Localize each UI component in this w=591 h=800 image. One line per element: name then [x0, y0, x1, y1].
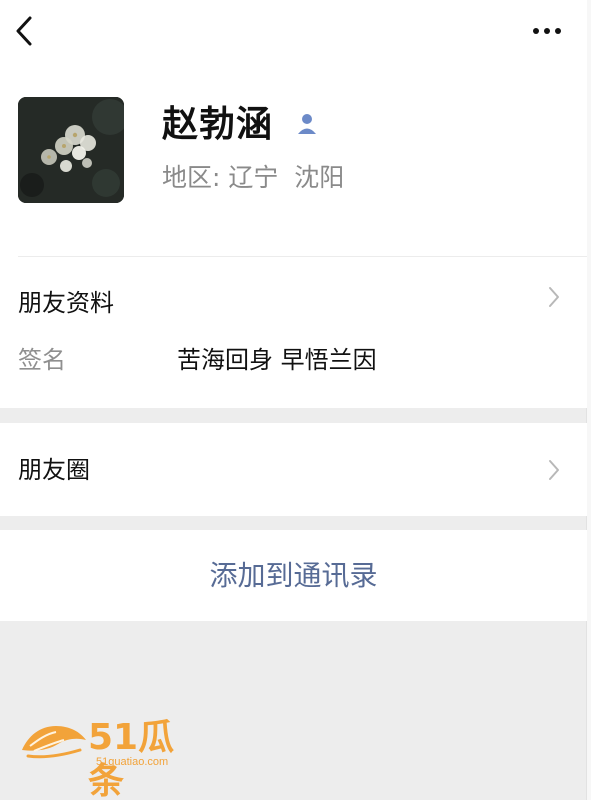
add-to-contacts-label: 添加到通讯录	[209, 559, 378, 592]
watermark-subtext: 51guatiao.com	[96, 756, 169, 768]
back-arrow-icon	[16, 16, 32, 46]
profile-page: 赵勃涵 地区: 辽宁 沈阳 朋友资料 签名 苦海回身 早悟兰因 朋友圈 添加到通…	[0, 0, 591, 800]
moments-chevron-icon	[546, 458, 562, 482]
contact-name: 赵勃涵	[162, 104, 274, 145]
watermark-icon	[22, 726, 86, 759]
person-icon	[294, 111, 320, 137]
signature-label: 签名	[18, 346, 66, 374]
watermark-logo: 51瓜条 51guatiao.com	[20, 716, 210, 800]
avatar[interactable]	[18, 97, 124, 203]
more-button[interactable]	[527, 14, 567, 48]
flower-photo	[18, 97, 124, 203]
moments-row[interactable]: 朋友圈	[0, 423, 587, 516]
top-bar	[0, 0, 587, 64]
profile-card: 赵勃涵 地区: 辽宁 沈阳 朋友资料 签名 苦海回身 早悟兰因	[0, 0, 587, 408]
section-divider	[18, 256, 587, 257]
friend-info-chevron-icon[interactable]	[546, 285, 562, 309]
friend-info-title[interactable]: 朋友资料	[18, 286, 114, 320]
more-dots-icon	[533, 28, 561, 34]
region-text: 地区: 辽宁 沈阳	[162, 163, 345, 192]
signature-value: 苦海回身 早悟兰因	[177, 346, 377, 374]
moments-label: 朋友圈	[18, 456, 90, 484]
back-button[interactable]	[10, 14, 38, 48]
add-to-contacts-button[interactable]: 添加到通讯录	[0, 530, 587, 621]
